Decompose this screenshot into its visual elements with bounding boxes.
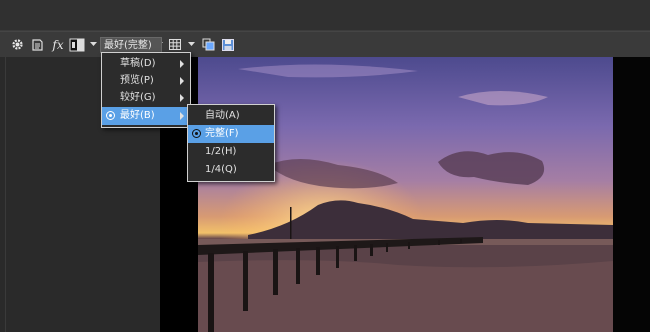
submenu-arrow-icon — [180, 60, 184, 68]
submenu-arrow-icon — [180, 112, 184, 120]
radio-checked-icon — [192, 129, 201, 138]
resolution-submenu: 自动(A) 完整(F) 1/2(H) 1/4(Q) — [187, 104, 275, 182]
menu-item-half[interactable]: 1/2(H) — [188, 143, 274, 161]
menu-item-label: 1/2(H) — [205, 146, 237, 157]
menu-item-label: 完整(F) — [205, 128, 239, 139]
menu-item-good[interactable]: 较好(G) — [102, 89, 190, 107]
stamp-icon[interactable] — [29, 36, 45, 53]
copy-icon[interactable] — [201, 36, 215, 53]
preview-image — [198, 57, 613, 332]
grid-dropdown-caret-icon[interactable] — [187, 36, 195, 53]
radio-checked-icon — [106, 111, 115, 120]
fx-icon[interactable]: fx — [50, 36, 66, 53]
menu-item-label: 草稿(D) — [120, 58, 156, 69]
dropdown-caret-icon[interactable] — [89, 36, 97, 53]
right-edge — [613, 57, 650, 332]
menu-item-label: 较好(G) — [120, 92, 156, 103]
menu-item-label: 1/4(Q) — [205, 164, 237, 175]
quality-select[interactable]: 最好(完整) — [100, 37, 162, 53]
menu-item-draft[interactable]: 草稿(D) — [102, 55, 190, 73]
menu-item-label: 自动(A) — [205, 110, 240, 121]
compare-icon[interactable] — [68, 36, 85, 53]
menu-item-auto[interactable]: 自动(A) — [188, 107, 274, 125]
panel-divider — [5, 57, 6, 332]
menu-item-preview[interactable]: 预览(P) — [102, 72, 190, 90]
grid-icon[interactable] — [168, 36, 182, 53]
top-bar — [0, 0, 650, 31]
menu-item-full[interactable]: 完整(F) — [188, 125, 274, 143]
quality-menu: 草稿(D) 预览(P) 较好(G) 最好(B) — [101, 52, 191, 128]
save-icon[interactable] — [221, 36, 235, 53]
submenu-arrow-icon — [180, 77, 184, 85]
preview-toolbar: fx — [0, 31, 650, 58]
gear-icon[interactable] — [10, 36, 25, 53]
menu-item-quarter[interactable]: 1/4(Q) — [188, 161, 274, 179]
submenu-arrow-icon — [180, 94, 184, 102]
menu-item-label: 预览(P) — [120, 75, 154, 86]
menu-item-label: 最好(B) — [120, 110, 155, 121]
menu-item-best[interactable]: 最好(B) — [102, 107, 190, 125]
